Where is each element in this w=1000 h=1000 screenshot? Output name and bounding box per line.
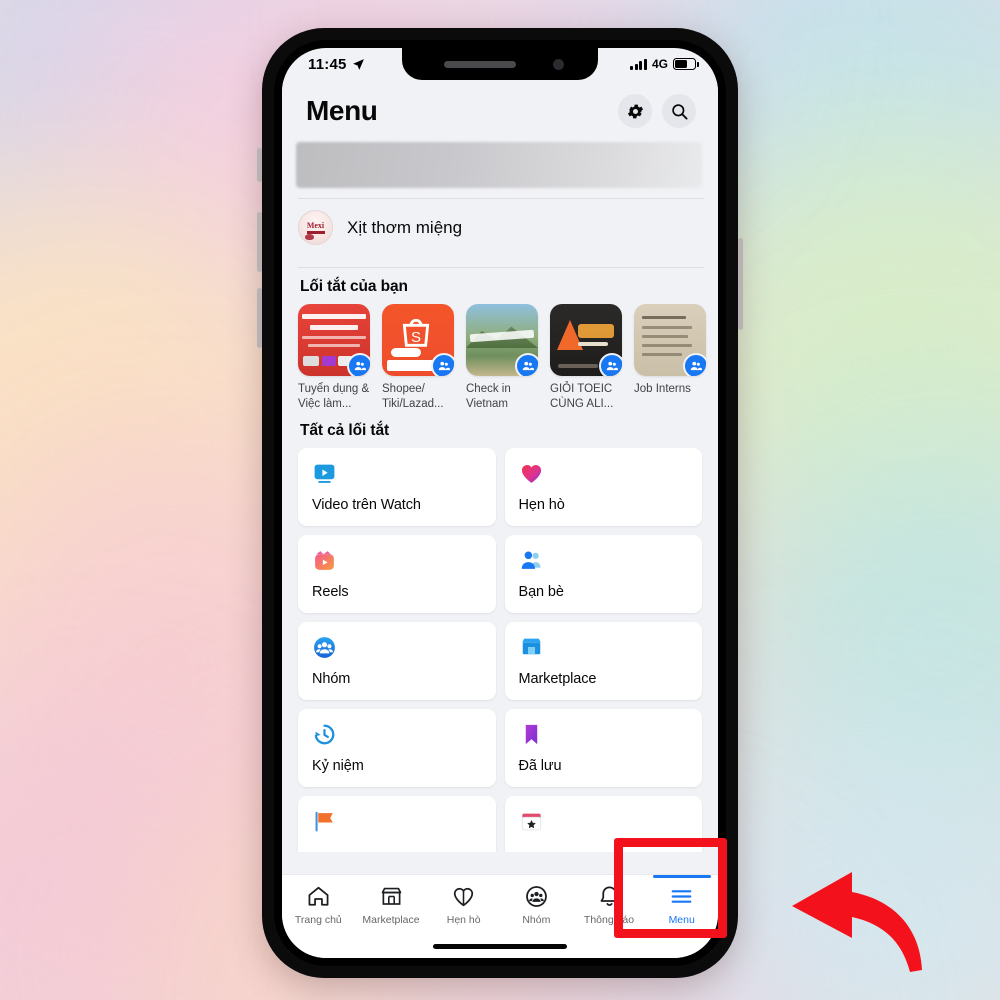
status-time: 11:45 [308, 55, 347, 73]
groups-icon [314, 637, 335, 659]
tab-label: Marketplace [362, 914, 420, 926]
phone-device-frame: 11:45 4G Menu Mexi Xịt thơm miệng Lối tắ… [257, 28, 743, 978]
marketplace-icon [521, 638, 541, 655]
shortcut-item[interactable]: S Shopee/ Tiki/Lazad... [382, 304, 454, 412]
group-badge-icon [683, 353, 706, 376]
battery-icon [673, 58, 699, 70]
shortcut-card-groups[interactable]: Nhóm [298, 622, 496, 701]
volume-down-button[interactable] [257, 288, 262, 348]
shortcut-label: GIỎI TOEIC CÙNG ALI... [550, 383, 614, 411]
groups-icon [525, 886, 547, 907]
card-label: Bạn bè [518, 584, 564, 601]
annotation-arrow [792, 872, 922, 972]
tab-home[interactable]: Trang chủ [282, 884, 355, 926]
header-actions [618, 94, 696, 128]
shortcut-label: Tuyển dụng & Việc làm... [298, 383, 370, 411]
avatar-mark [305, 234, 314, 240]
card-label: Reels [312, 584, 349, 601]
phone-screen: 11:45 4G Menu Mexi Xịt thơm miệng Lối tắ… [282, 48, 718, 958]
shortcut-card-marketplace[interactable]: Marketplace [504, 622, 702, 701]
shortcut-card-watch[interactable]: Video trên Watch [298, 448, 496, 527]
settings-button[interactable] [618, 94, 652, 128]
watch-video-icon [314, 464, 335, 484]
avatar: Mexi [298, 210, 333, 245]
card-label: Đã lưu [518, 758, 562, 775]
dating-heart-outline-icon [454, 887, 474, 907]
memories-clock-icon [314, 724, 335, 745]
search-button[interactable] [662, 94, 696, 128]
all-shortcuts-grid[interactable]: Video trên Watch Hẹn hò Reels Bạn bè Nhó… [282, 448, 718, 852]
shortcut-label: Job Interns [634, 383, 691, 395]
recruitment-poster-thumbnail [298, 304, 370, 376]
shopee-logo-thumbnail: S [382, 304, 454, 376]
shortcuts-strip[interactable]: Tuyển dụng & Việc làm... S Shopee/ Tiki/… [282, 304, 718, 412]
group-badge-icon [599, 353, 622, 376]
vietnam-landscape-thumbnail [466, 304, 538, 376]
group-badge-icon [347, 353, 370, 376]
search-icon [671, 103, 688, 120]
tab-groups[interactable]: Nhóm [500, 884, 573, 926]
shortcut-item[interactable]: Job Interns [634, 304, 706, 412]
shortcut-label: Check in Vietnam [466, 383, 511, 411]
friends-icon [521, 551, 540, 570]
saved-bookmark-icon [525, 725, 537, 745]
shortcut-card-dating[interactable]: Hẹn hò [504, 448, 702, 527]
all-shortcuts-section-title: Tất cả lối tắt [300, 422, 390, 440]
network-type: 4G [651, 57, 668, 71]
volume-up-button[interactable] [257, 212, 262, 272]
shortcut-item[interactable]: Tuyển dụng & Việc làm... [298, 304, 370, 412]
redacted-profile-banner [296, 142, 702, 188]
tab-label: Trang chủ [294, 914, 342, 926]
home-icon [308, 886, 329, 906]
page-title: Menu [306, 95, 378, 126]
shortcut-label: Shopee/ Tiki/Lazad... [382, 383, 444, 411]
card-label: Nhóm [312, 671, 351, 688]
status-bar: 11:45 4G [282, 48, 718, 80]
tab-dating[interactable]: Hẹn hò [427, 884, 500, 926]
avatar-text: Mexi [306, 220, 325, 230]
card-label: Kỷ niệm [312, 758, 364, 775]
svg-text:S: S [411, 329, 421, 346]
group-badge-icon [515, 353, 538, 376]
menu-content[interactable]: Mexi Xịt thơm miệng Lối tắt của bạn Tuyể… [282, 138, 718, 852]
toeic-banner-thumbnail [550, 304, 622, 376]
shortcut-item[interactable]: Check in Vietnam [466, 304, 538, 412]
shortcut-card-friends[interactable]: Bạn bè [504, 535, 702, 614]
card-label: Hẹn hò [518, 497, 565, 514]
silent-switch[interactable] [257, 148, 262, 182]
menu-tab-highlight-box [614, 838, 727, 938]
location-arrow-icon [352, 58, 364, 70]
status-bar-right: 4G [630, 57, 699, 71]
shortcut-card-saved[interactable]: Đã lưu [504, 709, 702, 788]
home-indicator [433, 944, 567, 949]
dating-heart-icon [521, 465, 541, 484]
app-header: Menu [282, 80, 718, 138]
shortcut-card-memories[interactable]: Kỷ niệm [298, 709, 496, 788]
pages-flag-icon [315, 812, 333, 832]
tab-marketplace[interactable]: Marketplace [355, 884, 428, 926]
page-name: Xịt thơm miệng [347, 217, 463, 237]
card-label: Marketplace [518, 671, 597, 688]
signal-bars-icon [630, 58, 647, 70]
shortcut-card-reels[interactable]: Reels [298, 535, 496, 614]
status-bar-left: 11:45 [308, 56, 365, 73]
gear-icon [627, 104, 643, 118]
power-button[interactable] [738, 238, 743, 330]
shortcut-item[interactable]: GIỎI TOEIC CÙNG ALI... [550, 304, 622, 412]
reels-icon [315, 551, 334, 571]
events-calendar-icon [521, 813, 541, 831]
tab-label: Nhóm [522, 914, 551, 926]
shortcuts-section-title: Lối tắt của bạn [300, 278, 408, 295]
tab-label: Hẹn hò [446, 914, 481, 926]
job-document-thumbnail [634, 304, 706, 376]
shortcut-card-pages[interactable] [298, 796, 496, 852]
card-label: Video trên Watch [312, 497, 421, 514]
page-entry-row[interactable]: Mexi Xịt thơm miệng [282, 199, 718, 257]
marketplace-icon [381, 887, 401, 905]
group-badge-icon [431, 353, 454, 376]
